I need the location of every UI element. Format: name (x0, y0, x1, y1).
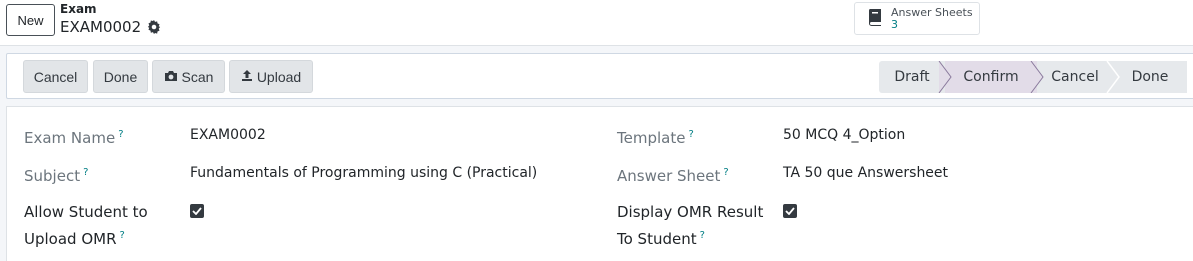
allow-upload-label: Allow Student to Upload OMR? (24, 203, 148, 248)
book-icon (865, 7, 885, 31)
status-pipeline: Draft Confirm Cancel Done (879, 61, 1187, 93)
subject-field[interactable]: Fundamentals of Programming using C (Pra… (190, 161, 537, 185)
display-result-label: Display OMR Result To Student? (617, 203, 764, 248)
breadcrumb-parent[interactable]: Exam (60, 2, 97, 16)
subject-label: Subject? (24, 167, 89, 185)
camera-icon (164, 69, 178, 85)
answer-sheet-field[interactable]: TA 50 que Answersheet (783, 161, 948, 185)
help-icon[interactable]: ? (688, 129, 693, 140)
template-label: Template? (617, 129, 694, 147)
stage-arrows (938, 61, 1120, 93)
control-panel: New Exam EXAM0002 Answer Sheets 3 (0, 0, 1193, 46)
exam-name-field[interactable]: EXAM0002 (190, 123, 266, 147)
status-bar: Cancel Done Scan Upload Draft Confirm Ca… (6, 53, 1193, 99)
gear-icon[interactable] (147, 20, 161, 34)
check-icon (192, 207, 202, 215)
smart-button-count: 3 (891, 17, 898, 31)
help-icon[interactable]: ? (83, 167, 88, 178)
allow-upload-checkbox[interactable] (190, 204, 204, 218)
cancel-button[interactable]: Cancel (23, 60, 88, 93)
scan-label: Scan (181, 68, 214, 85)
exam-name-label: Exam Name? (24, 129, 124, 147)
display-result-checkbox[interactable] (783, 204, 797, 218)
breadcrumb-current: EXAM0002 (60, 18, 161, 36)
upload-icon (241, 69, 253, 85)
new-button[interactable]: New (6, 4, 55, 36)
upload-button[interactable]: Upload (229, 60, 313, 93)
help-icon[interactable]: ? (700, 230, 705, 241)
record-name: EXAM0002 (60, 18, 142, 36)
template-field[interactable]: 50 MCQ 4_Option (783, 123, 905, 147)
help-icon[interactable]: ? (118, 129, 123, 140)
answer-sheet-label: Answer Sheet? (617, 167, 729, 185)
upload-label: Upload (256, 68, 302, 85)
answer-sheets-smart-button[interactable]: Answer Sheets 3 (854, 2, 980, 35)
check-icon (785, 207, 795, 215)
done-button[interactable]: Done (93, 60, 148, 93)
help-icon[interactable]: ? (120, 230, 125, 241)
help-icon[interactable]: ? (723, 167, 728, 178)
scan-button[interactable]: Scan (152, 60, 225, 93)
form-sheet: Exam Name? EXAM0002 Subject? Fundamental… (6, 106, 1193, 261)
smart-button-label: Answer Sheets (891, 5, 973, 19)
